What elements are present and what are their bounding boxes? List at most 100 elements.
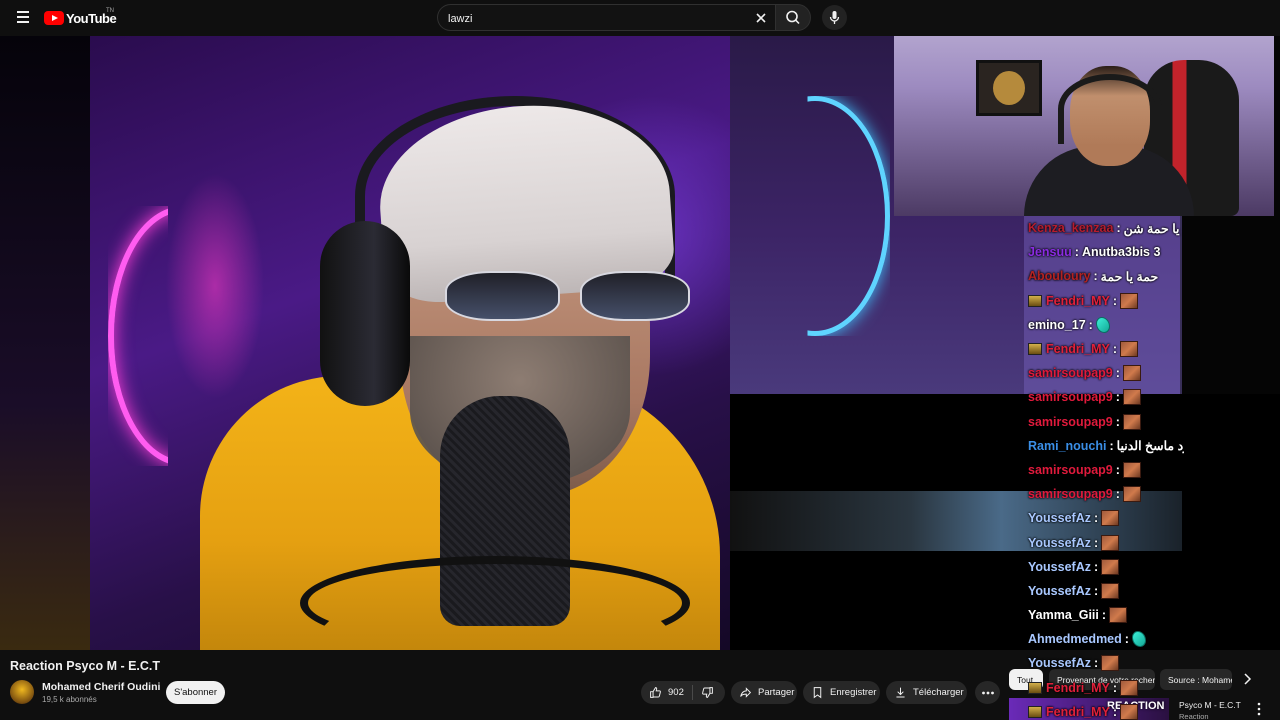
voice-search-button[interactable] [822, 5, 847, 30]
chat-message: YoussefAz: [1024, 579, 1184, 603]
chat-emote-icon [1101, 655, 1120, 672]
chat-badge-icon [1028, 343, 1042, 356]
chat-text: Anutba3bis 3 [1081, 245, 1161, 260]
chat-message: Rami_nouchi: رد ماسخ الدنيا [1024, 434, 1184, 458]
chat-separator: : [1116, 221, 1121, 236]
chat-message: Abouloury: حمة يا حمة [1024, 264, 1184, 288]
menu-icon[interactable] [12, 8, 34, 28]
chat-username: emino_17 [1028, 317, 1086, 332]
chat-message: Fendri_MY: [1024, 676, 1184, 700]
like-divider [691, 685, 693, 700]
chat-emote-icon [1120, 292, 1139, 309]
chat-emote-icon [1120, 703, 1139, 720]
chat-separator: : [1124, 632, 1129, 647]
chat-emote-icon [1101, 582, 1120, 599]
chat-emote-icon [1120, 679, 1139, 696]
channel-avatar[interactable] [10, 680, 34, 704]
subscribe-button[interactable]: S'abonner [166, 681, 225, 704]
download-button[interactable]: Télécharger [886, 681, 967, 704]
chat-separator: : [1115, 462, 1120, 477]
chat-badge-icon [1028, 681, 1042, 694]
chat-text: رد ماسخ الدنيا [1116, 439, 1184, 454]
chat-badge-icon [1028, 294, 1042, 307]
chat-username: Fendri_MY [1046, 680, 1110, 695]
recommended-title[interactable]: Psyco M - E.C.T [1179, 700, 1241, 710]
chat-separator: : [1115, 487, 1120, 502]
download-icon [896, 687, 905, 698]
chat-separator: : [1112, 293, 1118, 308]
chat-username: YoussefAz [1028, 535, 1091, 550]
chat-emote-icon [1095, 316, 1110, 333]
masthead: YouTube TN [0, 0, 1280, 36]
chat-separator: : [1101, 608, 1107, 623]
download-label: Télécharger [913, 687, 964, 698]
chat-separator: : [1093, 559, 1099, 574]
chat-separator: : [1093, 656, 1099, 671]
chat-emote-icon [1131, 631, 1146, 648]
chat-separator: : [1093, 583, 1099, 598]
chat-message: samirsoupap9: [1024, 361, 1184, 385]
chat-username: YoussefAz [1028, 559, 1091, 574]
chat-separator: : [1093, 535, 1099, 550]
microphone-mount [300, 556, 690, 650]
chat-separator: : [1115, 390, 1120, 405]
chat-username: samirsoupap9 [1028, 414, 1113, 429]
chat-separator: : [1088, 317, 1093, 332]
chat-message: samirsoupap9: [1024, 482, 1184, 506]
save-icon [813, 687, 822, 699]
chevron-right-icon[interactable] [1239, 671, 1255, 687]
chat-username: YoussefAz [1028, 511, 1091, 526]
save-label: Enregistrer [830, 687, 877, 698]
chat-username: Fendri_MY [1046, 342, 1110, 357]
search-icon [786, 10, 800, 25]
subscriber-count: 19,5 k abonnés [42, 695, 97, 704]
more-vert-icon[interactable] [1253, 701, 1265, 717]
chat-emote-icon [1122, 461, 1141, 478]
chat-username: Yamma_Giii [1028, 608, 1099, 623]
chat-emote-icon [1122, 365, 1141, 382]
chat-username: Fendri_MY [1046, 293, 1110, 308]
chat-emote-icon [1109, 607, 1128, 624]
streamer-headphones [1058, 74, 1162, 144]
chat-message: Yamma_Giii: [1024, 603, 1184, 627]
search-button[interactable] [775, 4, 811, 31]
share-icon [740, 687, 752, 698]
chat-overlay: Kenza_kenzaa: يا حمة شن Jensuu: Anutba3bis … [1024, 216, 1184, 720]
chat-separator: : [1115, 366, 1120, 381]
youtube-logo-icon [44, 11, 64, 25]
share-label: Partager [758, 687, 795, 698]
chat-username: samirsoupap9 [1028, 366, 1113, 381]
more-actions-button[interactable] [975, 681, 1000, 704]
clear-icon[interactable] [753, 10, 769, 26]
chat-username: YoussefAz [1028, 583, 1091, 598]
video-title: Reaction Psyco M - E.C.T [10, 659, 161, 673]
chat-text: يا حمة شن [1123, 221, 1180, 236]
chat-separator: : [1074, 245, 1079, 260]
chat-emote-icon [1122, 413, 1141, 430]
channel-name[interactable]: Mohamed Cherif Oudini [42, 681, 160, 693]
chat-message: YoussefAz: [1024, 555, 1184, 579]
search-input[interactable] [448, 10, 738, 27]
chat-username: YoussefAz [1028, 656, 1091, 671]
dislike-icon[interactable] [701, 686, 714, 699]
chat-text: حمة يا حمة [1100, 269, 1159, 284]
save-button[interactable]: Enregistrer [803, 681, 880, 704]
chat-message: samirsoupap9: [1024, 458, 1184, 482]
like-count[interactable]: 902 [668, 687, 684, 698]
chat-message: samirsoupap9: [1024, 385, 1184, 409]
chat-message: Fendri_MY: [1024, 337, 1184, 361]
chat-emote-icon [1122, 486, 1141, 503]
share-button[interactable]: Partager [731, 681, 797, 704]
mic-icon [829, 11, 840, 24]
streamer [1014, 66, 1204, 216]
video-frame-left [0, 36, 90, 650]
like-icon[interactable] [649, 686, 662, 699]
chat-emote-icon [1101, 558, 1120, 575]
chat-username: Jensuu [1028, 245, 1072, 260]
chat-username: Fendri_MY [1046, 704, 1110, 719]
chat-message: Kenza_kenzaa: يا حمة شن [1024, 216, 1184, 240]
chat-message: Ahmedmedmed: [1024, 627, 1184, 651]
chat-message: Fendri_MY: [1024, 289, 1184, 313]
chat-separator: : [1112, 704, 1118, 719]
headphone-cup [320, 221, 410, 406]
